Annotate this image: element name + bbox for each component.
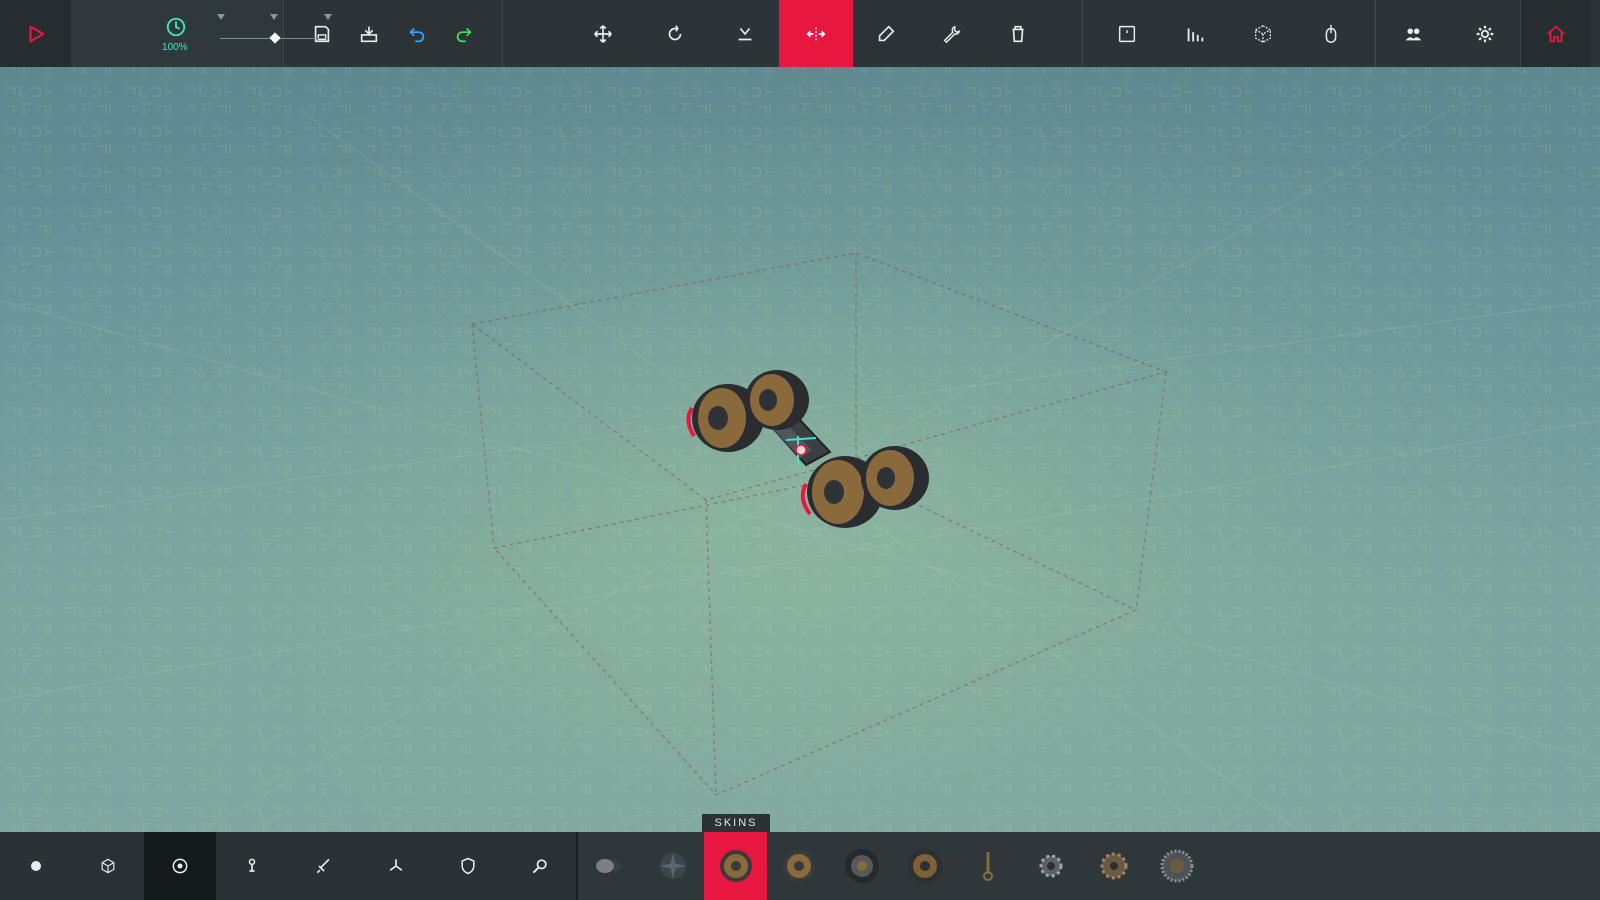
cog-icon xyxy=(1100,852,1127,880)
save-icon xyxy=(314,25,329,42)
rotate-tool-button[interactable] xyxy=(639,0,711,67)
clock-icon xyxy=(166,17,186,37)
wheel-icon xyxy=(782,850,815,882)
mirror-tool-button[interactable] xyxy=(779,0,853,67)
gear-icon xyxy=(1476,25,1494,42)
block-small-cog[interactable] xyxy=(1019,832,1082,900)
wheel-icon xyxy=(172,858,188,874)
time-scale-handle[interactable] xyxy=(269,32,281,44)
key-icon xyxy=(1118,25,1136,42)
home-icon xyxy=(1547,24,1565,42)
load-button[interactable] xyxy=(349,0,389,67)
shield-icon xyxy=(461,857,475,875)
piston-icon xyxy=(982,852,993,881)
wrench-tool-button[interactable] xyxy=(919,0,985,67)
block-steering-wheel[interactable] xyxy=(830,832,893,900)
mouse-orbit-button[interactable] xyxy=(1301,0,1361,67)
file-group xyxy=(284,0,503,67)
undo-icon xyxy=(409,27,424,42)
magnifier-icon xyxy=(532,859,547,874)
hinge-icon xyxy=(248,858,256,872)
skins-tab[interactable]: SKINS xyxy=(702,814,770,832)
delete-tool-button[interactable] xyxy=(985,0,1051,67)
play-button[interactable] xyxy=(0,0,71,67)
block-list xyxy=(578,832,1600,900)
propeller-icon xyxy=(389,859,403,871)
block-large-wheel[interactable] xyxy=(767,832,830,900)
snap-down-tool-button[interactable] xyxy=(711,0,779,67)
category-basic[interactable] xyxy=(0,832,72,900)
transparency-button[interactable] xyxy=(1233,0,1293,67)
block-piston[interactable] xyxy=(956,832,1019,900)
scene xyxy=(0,67,1600,832)
category-blocks[interactable] xyxy=(72,832,144,900)
play-icon xyxy=(28,25,44,42)
category-mechanical[interactable] xyxy=(216,832,288,900)
home-button[interactable] xyxy=(1521,0,1591,67)
block-unpowered-wheel[interactable] xyxy=(641,832,704,900)
redo-button[interactable] xyxy=(444,0,484,67)
block-small-wheel[interactable] xyxy=(578,832,641,900)
multiplayer-button[interactable] xyxy=(1377,0,1449,67)
time-tick xyxy=(217,14,225,20)
load-icon xyxy=(361,26,378,42)
save-button[interactable] xyxy=(302,0,342,67)
category-weaponry[interactable] xyxy=(288,832,360,900)
category-flight[interactable] xyxy=(360,832,432,900)
settings-button[interactable] xyxy=(1451,0,1519,67)
block-suspension-wheel[interactable] xyxy=(893,832,956,900)
time-tick xyxy=(270,14,278,20)
mouse-icon xyxy=(1325,24,1337,43)
misc-group xyxy=(1376,0,1521,67)
rotate-icon xyxy=(668,24,682,40)
time-scale-group: 100% xyxy=(71,0,332,67)
mirror-icon xyxy=(806,27,826,40)
cube-icon xyxy=(1255,24,1271,43)
fan-wheel-icon xyxy=(659,853,686,879)
wrench-icon xyxy=(943,25,961,43)
block-grip-wheel[interactable] xyxy=(1145,832,1208,900)
small-wheel-icon xyxy=(595,858,622,874)
block-palette xyxy=(0,832,1600,900)
category-armour[interactable] xyxy=(432,832,504,900)
gear-wheel-icon xyxy=(1160,849,1193,883)
bar-chart-icon xyxy=(1187,28,1204,41)
translate-tool-button[interactable] xyxy=(567,0,639,67)
trash-icon xyxy=(1012,25,1024,42)
undo-button[interactable] xyxy=(397,0,437,67)
stats-button[interactable] xyxy=(1165,0,1225,67)
key-mapper-button[interactable] xyxy=(1097,0,1157,67)
wheel-icon xyxy=(907,849,942,883)
top-toolbar: 100% xyxy=(0,0,1600,67)
redo-icon xyxy=(457,27,472,42)
players-icon xyxy=(1405,28,1422,40)
pipette-icon xyxy=(878,24,895,41)
build-viewport[interactable] xyxy=(0,67,1600,832)
view-group xyxy=(1083,0,1376,67)
block-wheel[interactable] xyxy=(704,832,767,900)
cube-icon xyxy=(101,858,115,874)
snap-down-icon xyxy=(738,27,752,40)
block-large-cog[interactable] xyxy=(1082,832,1145,900)
wheel-icon xyxy=(719,850,752,882)
pipette-tool-button[interactable] xyxy=(853,0,919,67)
circle-icon xyxy=(31,861,41,871)
sword-icon xyxy=(316,858,330,874)
category-locomotion[interactable] xyxy=(144,832,216,900)
category-utility[interactable] xyxy=(504,832,576,900)
time-tick xyxy=(324,14,332,20)
time-scale-label: 100% xyxy=(162,42,188,53)
move-arrows-icon xyxy=(594,24,612,43)
tools-group xyxy=(503,0,1083,67)
cog-icon xyxy=(1039,854,1062,878)
dark-wheel-icon xyxy=(844,849,879,883)
